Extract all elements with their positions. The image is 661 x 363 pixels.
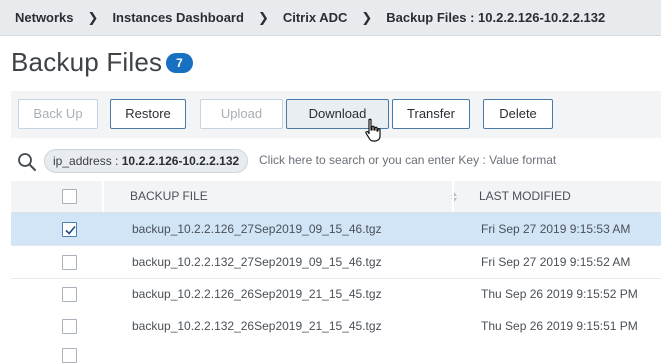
column-divider: [452, 181, 454, 212]
sort-icon[interactable]: [449, 190, 459, 204]
upload-button[interactable]: Upload: [200, 99, 283, 129]
checkmark-icon: [65, 225, 76, 235]
backup-file-name: backup_10.2.2.132_27Sep2019_09_15_46.tgz: [132, 255, 382, 269]
delete-button[interactable]: Delete: [483, 99, 553, 129]
breadcrumb-item-networks[interactable]: Networks: [15, 10, 74, 25]
page-title: Backup Files: [11, 47, 163, 77]
column-divider: [102, 181, 104, 212]
row-checkbox[interactable]: [62, 287, 77, 302]
count-badge: 7: [166, 53, 193, 73]
row-checkbox[interactable]: [62, 222, 77, 237]
last-modified: Fri Sep 27 2019 9:15:52 AM: [481, 255, 631, 269]
chevron-right-icon: ❯: [361, 9, 373, 25]
chevron-right-icon: ❯: [87, 9, 99, 25]
table-row-partial: [11, 340, 661, 363]
table-row[interactable]: backup_10.2.2.126_27Sep2019_09_15_46.tgz…: [11, 213, 661, 246]
backup-file-name: backup_10.2.2.126_27Sep2019_09_15_46.tgz: [132, 222, 382, 236]
table-header: BACKUP FILE LAST MODIFIED: [11, 181, 661, 213]
breadcrumb-item-backup-files: Backup Files : 10.2.2.126-10.2.2.132: [386, 10, 606, 25]
last-modified: Thu Sep 26 2019 9:15:52 PM: [481, 287, 638, 301]
table-row[interactable]: backup_10.2.2.126_26Sep2019_21_15_45.tgz…: [11, 279, 661, 312]
select-all-checkbox[interactable]: [62, 189, 77, 204]
last-modified: Thu Sep 26 2019 9:15:51 PM: [481, 319, 638, 333]
backup-file-name: backup_10.2.2.126_26Sep2019_21_15_45.tgz: [132, 287, 382, 301]
search-input[interactable]: Click here to search or you can enter Ke…: [259, 153, 556, 167]
backup-file-name: backup_10.2.2.132_26Sep2019_21_15_45.tgz: [132, 319, 382, 333]
transfer-button[interactable]: Transfer: [392, 99, 470, 129]
column-header-backup-file[interactable]: BACKUP FILE: [130, 181, 208, 212]
last-modified: Fri Sep 27 2019 9:15:53 AM: [481, 222, 631, 236]
search-filter-chip[interactable]: ip_address : 10.2.2.126-10.2.2.132: [44, 149, 249, 173]
restore-button[interactable]: Restore: [110, 99, 186, 129]
breadcrumb-item-instances-dashboard[interactable]: Instances Dashboard: [112, 10, 244, 25]
breadcrumb-item-citrix-adc[interactable]: Citrix ADC: [283, 10, 348, 25]
row-checkbox[interactable]: [62, 255, 77, 270]
table-row[interactable]: backup_10.2.2.132_27Sep2019_09_15_46.tgz…: [11, 246, 661, 279]
filter-separator: :: [111, 154, 122, 168]
search-icon[interactable]: [16, 151, 38, 173]
chevron-right-icon: ❯: [257, 9, 269, 25]
filter-value: 10.2.2.126-10.2.2.132: [121, 154, 240, 168]
filter-key: ip_address: [53, 154, 112, 168]
row-checkbox[interactable]: [62, 348, 77, 363]
hand-cursor-icon: [365, 118, 381, 142]
column-header-last-modified[interactable]: LAST MODIFIED: [479, 181, 571, 212]
back-up-button[interactable]: Back Up: [18, 99, 98, 129]
action-toolbar: Back Up Restore Upload Download Transfer…: [11, 91, 661, 142]
breadcrumb: Networks ❯ Instances Dashboard ❯ Citrix …: [0, 0, 661, 36]
row-checkbox[interactable]: [62, 319, 77, 334]
